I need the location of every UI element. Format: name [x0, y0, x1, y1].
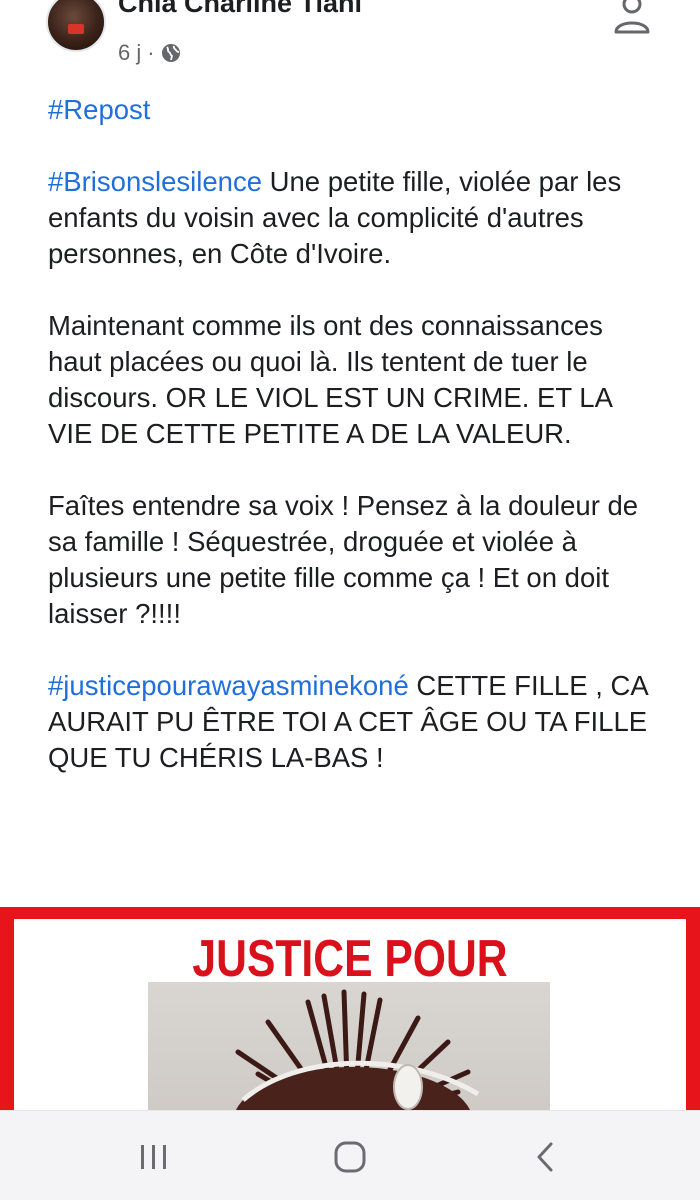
author-avatar[interactable] — [46, 0, 106, 52]
image-title: JUSTICE POUR — [192, 930, 508, 988]
back-icon[interactable] — [516, 1137, 576, 1177]
hashtag-repost[interactable]: #Repost — [48, 94, 150, 125]
author-name[interactable]: Chia Charline Tiahi — [118, 0, 362, 19]
post-time[interactable]: 6 j — [118, 40, 141, 66]
paragraph-1: #Repost — [48, 92, 658, 128]
post-text: #Repost #Brisonslesilence Une petite fil… — [48, 92, 658, 812]
android-nav-bar — [0, 1110, 700, 1200]
portrait-photo — [148, 982, 550, 1110]
paragraph-4: Faîtes entendre sa voix ! Pensez à la do… — [48, 490, 639, 629]
post-header: Chia Charline Tiahi 6 j · — [0, 0, 700, 80]
home-icon[interactable] — [320, 1137, 380, 1177]
hashtag-brisonslesilence[interactable]: #Brisonslesilence — [48, 166, 262, 197]
add-friend-icon[interactable] — [612, 0, 656, 36]
recent-apps-icon[interactable] — [124, 1137, 184, 1177]
globe-icon — [161, 43, 181, 63]
post-screen: Chia Charline Tiahi 6 j · #Repost #Briso… — [0, 0, 700, 1200]
hashtag-justice[interactable]: #justicepourawayasminekoné — [48, 670, 409, 701]
post-meta: 6 j · — [118, 40, 181, 66]
post-image[interactable]: JUSTICE POUR — [0, 907, 700, 1110]
meta-separator: · — [147, 40, 155, 65]
paragraph-5: #justicepourawayasminekoné CETTE FILLE ,… — [48, 668, 658, 776]
paragraph-2: #Brisonslesilence Une petite fille, viol… — [48, 164, 658, 272]
paragraph-3: Maintenant comme ils ont des connaissanc… — [48, 310, 612, 449]
